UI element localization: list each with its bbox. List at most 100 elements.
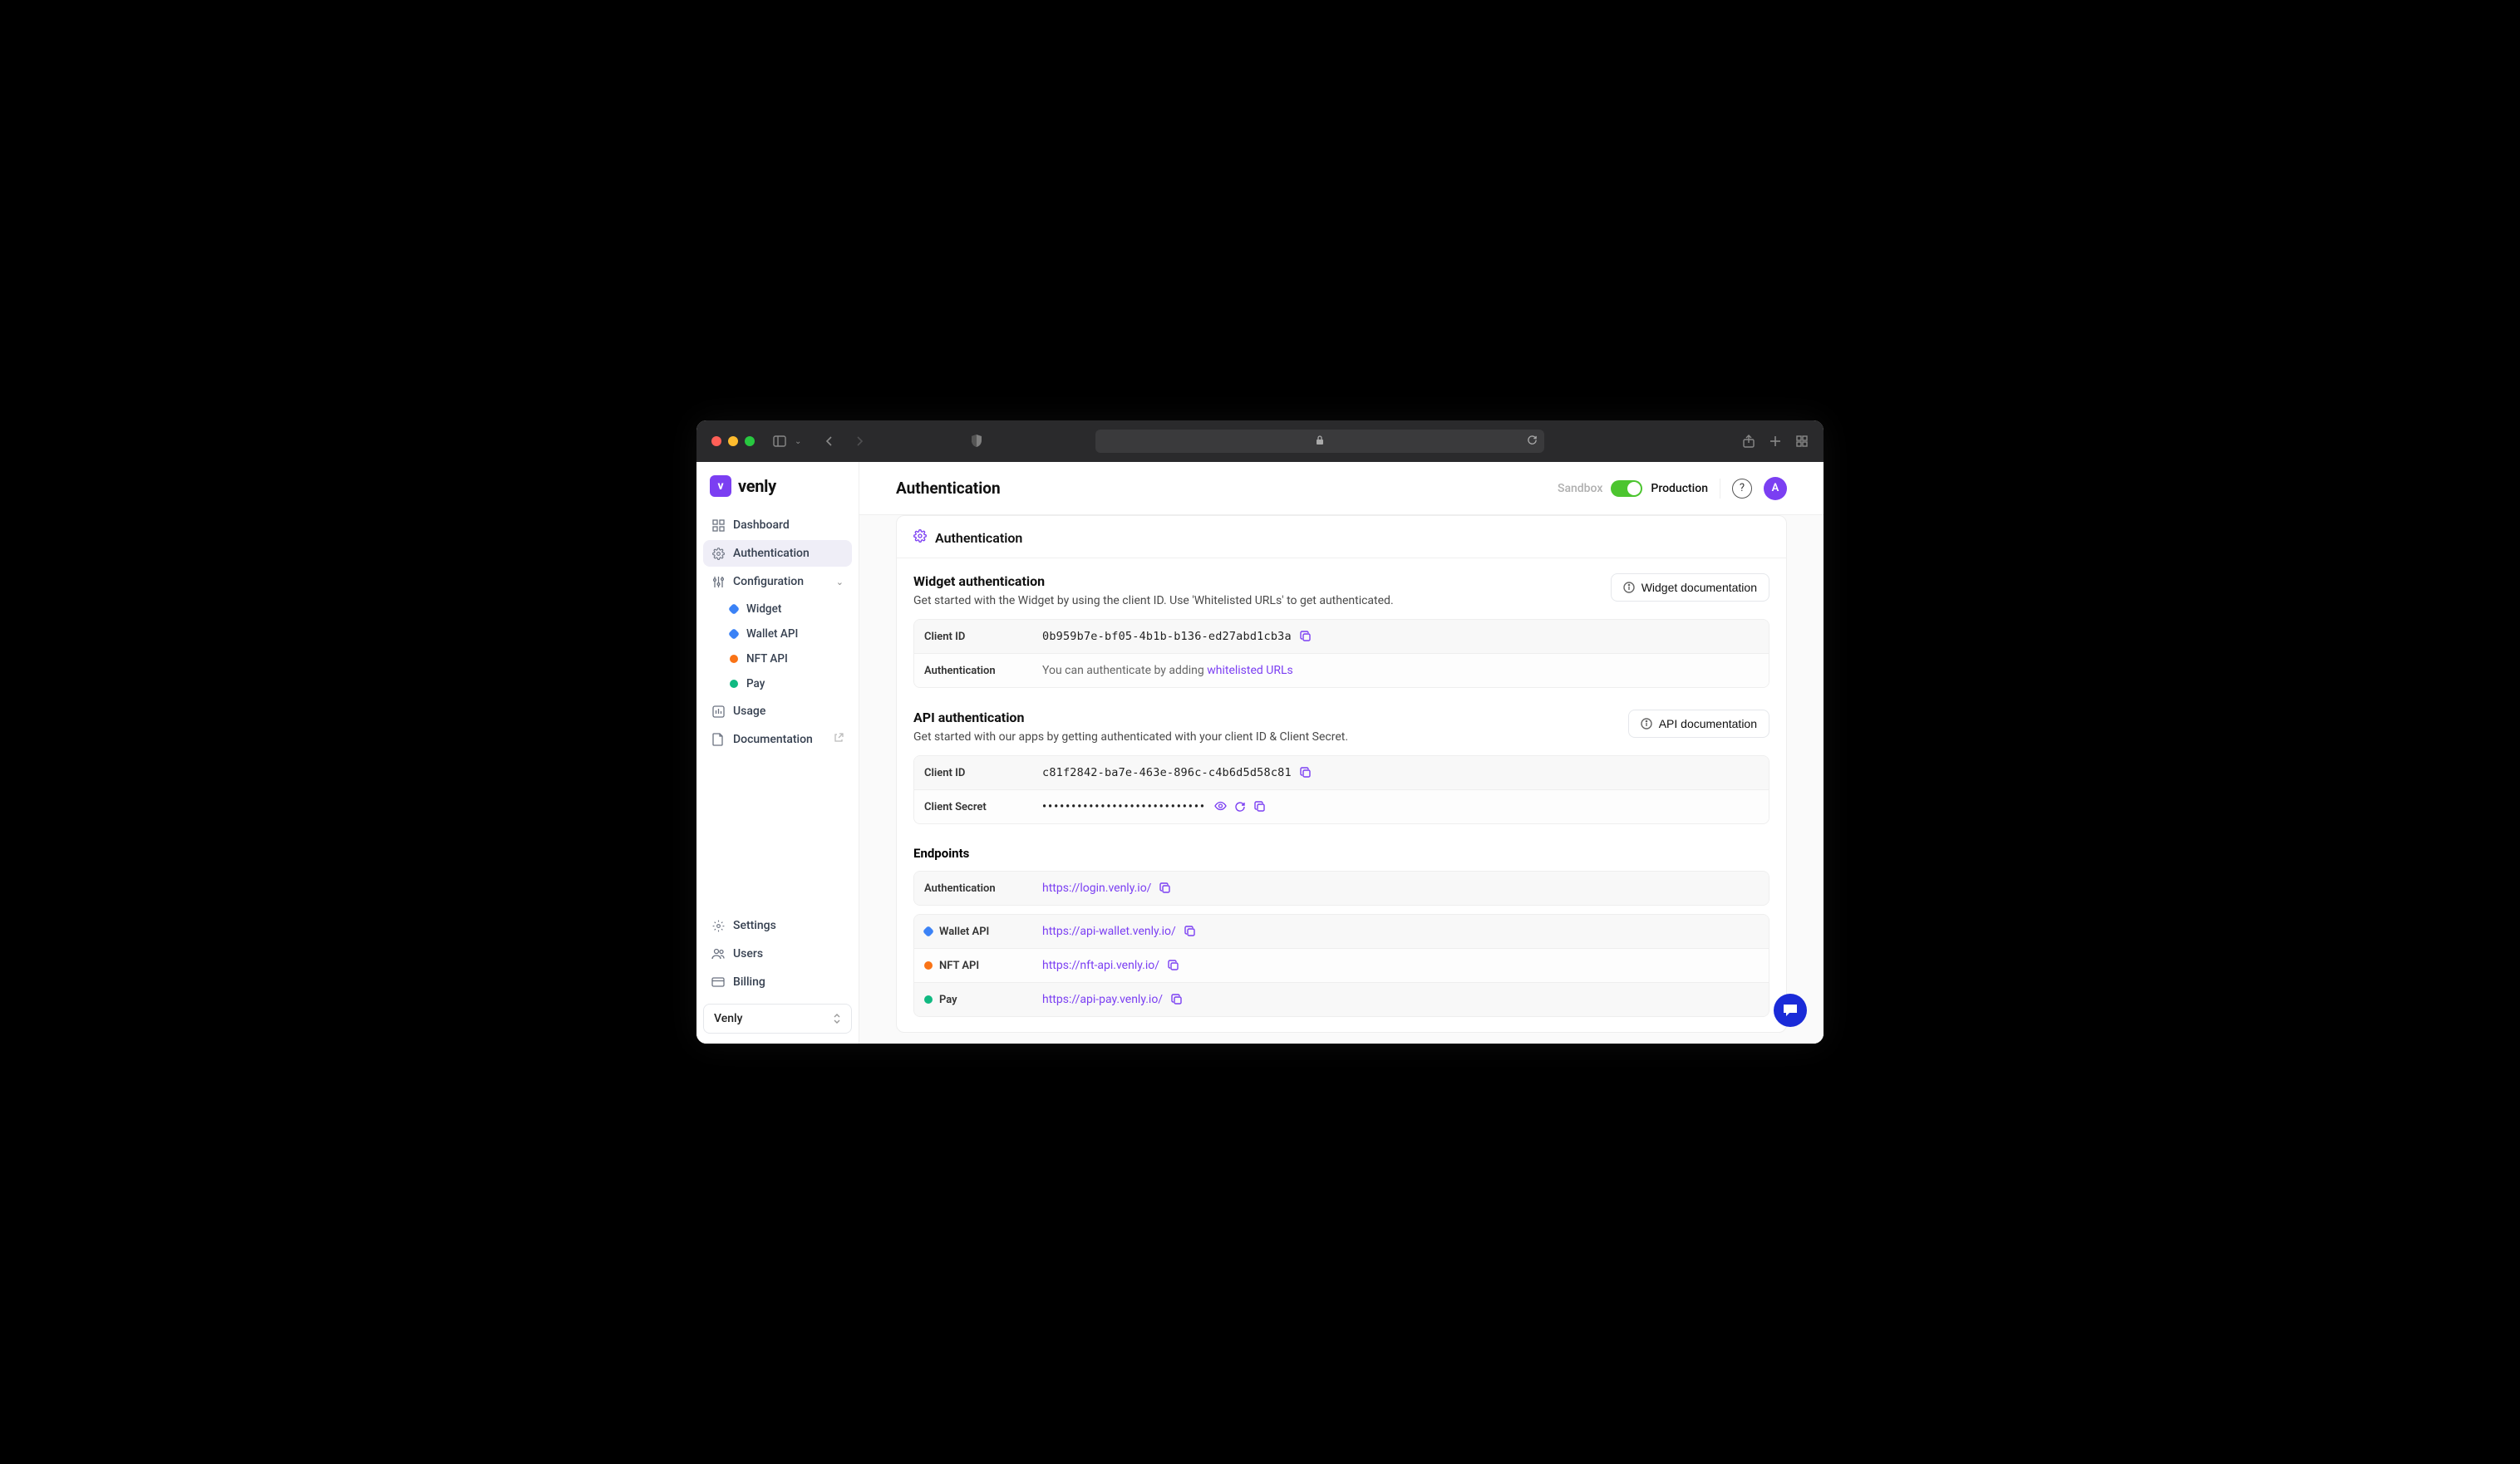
maximize-window-button[interactable] — [745, 436, 755, 446]
table-row: Authentication You can authenticate by a… — [914, 654, 1769, 687]
nft-api-dot-icon — [924, 961, 933, 970]
pay-dot-icon — [730, 680, 738, 688]
traffic-lights — [711, 436, 755, 446]
endpoint-value-cell: https://login.venly.io/ — [1032, 872, 1769, 905]
gear-icon — [711, 547, 725, 560]
copy-icon[interactable] — [1159, 882, 1171, 894]
endpoint-url[interactable]: https://nft-api.venly.io/ — [1042, 959, 1159, 972]
billing-icon — [711, 975, 725, 989]
widget-auth-title: Widget authentication — [913, 573, 1394, 589]
address-bar[interactable] — [1095, 430, 1544, 453]
endpoint-url[interactable]: https://api-pay.venly.io/ — [1042, 993, 1163, 1006]
endpoints-table-auth: Authentication https://login.venly.io/ — [913, 871, 1769, 906]
client-id-label: Client ID — [914, 620, 1032, 653]
chevron-down-icon: ⌄ — [836, 577, 844, 587]
endpoint-value-cell: https://nft-api.venly.io/ — [1032, 949, 1769, 982]
chevron-updown-icon — [833, 1013, 841, 1024]
sidebar-item-billing[interactable]: Billing — [703, 969, 852, 995]
sidebar-item-settings[interactable]: Settings — [703, 912, 852, 939]
copy-icon[interactable] — [1168, 960, 1179, 971]
card-header: Authentication — [897, 516, 1786, 558]
primary-nav: Dashboard Authentication Configuration ⌄ — [703, 512, 852, 912]
endpoint-label: Wallet API — [939, 926, 989, 938]
copy-icon[interactable] — [1184, 926, 1196, 937]
sidebar-toggle-icon[interactable] — [773, 435, 786, 448]
widget-auth-header: Widget authentication Get started with t… — [913, 573, 1769, 607]
copy-icon[interactable] — [1300, 631, 1312, 642]
nav-forward-icon — [853, 435, 866, 448]
sliders-icon — [711, 575, 725, 588]
share-icon[interactable] — [1742, 435, 1755, 448]
sidebar-label: Documentation — [733, 733, 813, 746]
widget-doc-button[interactable]: Widget documentation — [1611, 573, 1769, 602]
page-title: Authentication — [896, 479, 1001, 498]
shield-icon[interactable] — [970, 435, 983, 448]
authentication-label: Authentication — [914, 654, 1032, 687]
org-selector[interactable]: Venly — [703, 1004, 852, 1034]
endpoint-url[interactable]: https://api-wallet.venly.io/ — [1042, 925, 1176, 938]
client-secret-label: Client Secret — [914, 790, 1032, 823]
api-auth-title: API authentication — [913, 710, 1348, 725]
pay-dot-icon — [924, 995, 933, 1004]
content: Authentication Widget authentication Get… — [859, 515, 1824, 1044]
avatar[interactable]: A — [1764, 477, 1787, 500]
sidebar-label: Authentication — [733, 547, 810, 560]
nav-back-icon[interactable] — [823, 435, 836, 448]
sidebar-item-widget[interactable]: Widget — [721, 597, 852, 621]
users-icon — [711, 947, 725, 960]
sidebar-menu-caret-icon[interactable]: ⌄ — [795, 437, 801, 446]
endpoint-value-cell: https://api-wallet.venly.io/ — [1032, 915, 1769, 948]
endpoint-label: NFT API — [939, 960, 979, 972]
auth-prefix: You can authenticate by adding — [1042, 664, 1207, 677]
minimize-window-button[interactable] — [728, 436, 738, 446]
brand-logo[interactable]: v venly — [703, 475, 852, 512]
sidebar-item-users[interactable]: Users — [703, 941, 852, 967]
tabs-overview-icon[interactable] — [1795, 435, 1809, 448]
regenerate-icon[interactable] — [1234, 801, 1246, 813]
sidebar-item-configuration[interactable]: Configuration ⌄ — [703, 568, 852, 595]
sidebar-label: Settings — [733, 919, 776, 932]
sidebar-item-usage[interactable]: Usage — [703, 698, 852, 725]
endpoints-title: Endpoints — [913, 846, 1769, 861]
copy-icon[interactable] — [1254, 801, 1266, 813]
table-row: NFT API https://nft-api.venly.io/ — [914, 949, 1769, 983]
chat-widget-button[interactable] — [1774, 994, 1807, 1027]
sidebar-label: Configuration — [733, 575, 804, 588]
copy-icon[interactable] — [1171, 994, 1183, 1005]
environment-toggle[interactable] — [1611, 480, 1642, 497]
sidebar-item-wallet-api[interactable]: Wallet API — [721, 621, 852, 646]
avatar-initial: A — [1772, 482, 1779, 494]
whitelisted-urls-link[interactable]: whitelisted URLs — [1207, 664, 1293, 677]
api-client-id-cell: c81f2842-ba7e-463e-896c-c4b6d5d58c81 — [1032, 756, 1769, 789]
endpoint-value-cell: https://api-pay.venly.io/ — [1032, 983, 1769, 1016]
environment-toggle-group: Sandbox Production — [1558, 480, 1708, 497]
api-client-id-value: c81f2842-ba7e-463e-896c-c4b6d5d58c81 — [1042, 766, 1292, 779]
table-row: Pay https://api-pay.venly.io/ — [914, 983, 1769, 1016]
sidebar-label: Widget — [746, 602, 781, 616]
sidebar-label: Dashboard — [733, 518, 790, 532]
sidebar-item-pay[interactable]: Pay — [721, 671, 852, 696]
new-tab-icon[interactable] — [1769, 435, 1782, 448]
api-auth-header: API authentication Get started with our … — [913, 710, 1769, 744]
copy-icon[interactable] — [1300, 767, 1312, 779]
sidebar-item-nft-api[interactable]: NFT API — [721, 646, 852, 671]
env-production-label: Production — [1651, 482, 1708, 495]
sidebar-item-documentation[interactable]: Documentation — [703, 726, 852, 753]
endpoint-label: Authentication — [914, 872, 1032, 905]
sidebar-item-dashboard[interactable]: Dashboard — [703, 512, 852, 538]
org-name: Venly — [714, 1012, 742, 1025]
api-doc-button[interactable]: API documentation — [1628, 710, 1769, 738]
authentication-value-cell: You can authenticate by adding whitelist… — [1032, 654, 1769, 687]
reload-icon[interactable] — [1527, 435, 1538, 448]
widget-auth-table: Client ID 0b959b7e-bf05-4b1b-b136-ed27ab… — [913, 619, 1769, 688]
table-row: Client ID c81f2842-ba7e-463e-896c-c4b6d5… — [914, 756, 1769, 790]
sidebar-item-authentication[interactable]: Authentication — [703, 540, 852, 567]
endpoint-label-cell: NFT API — [914, 949, 1032, 982]
gear-icon — [913, 529, 927, 546]
endpoint-url[interactable]: https://login.venly.io/ — [1042, 882, 1151, 895]
close-window-button[interactable] — [711, 436, 721, 446]
help-button[interactable]: ? — [1732, 479, 1752, 499]
api-doc-label: API documentation — [1659, 717, 1757, 730]
reveal-icon[interactable] — [1214, 801, 1226, 813]
client-secret-cell: •••••••••••••••••••••••••••• — [1032, 790, 1769, 823]
